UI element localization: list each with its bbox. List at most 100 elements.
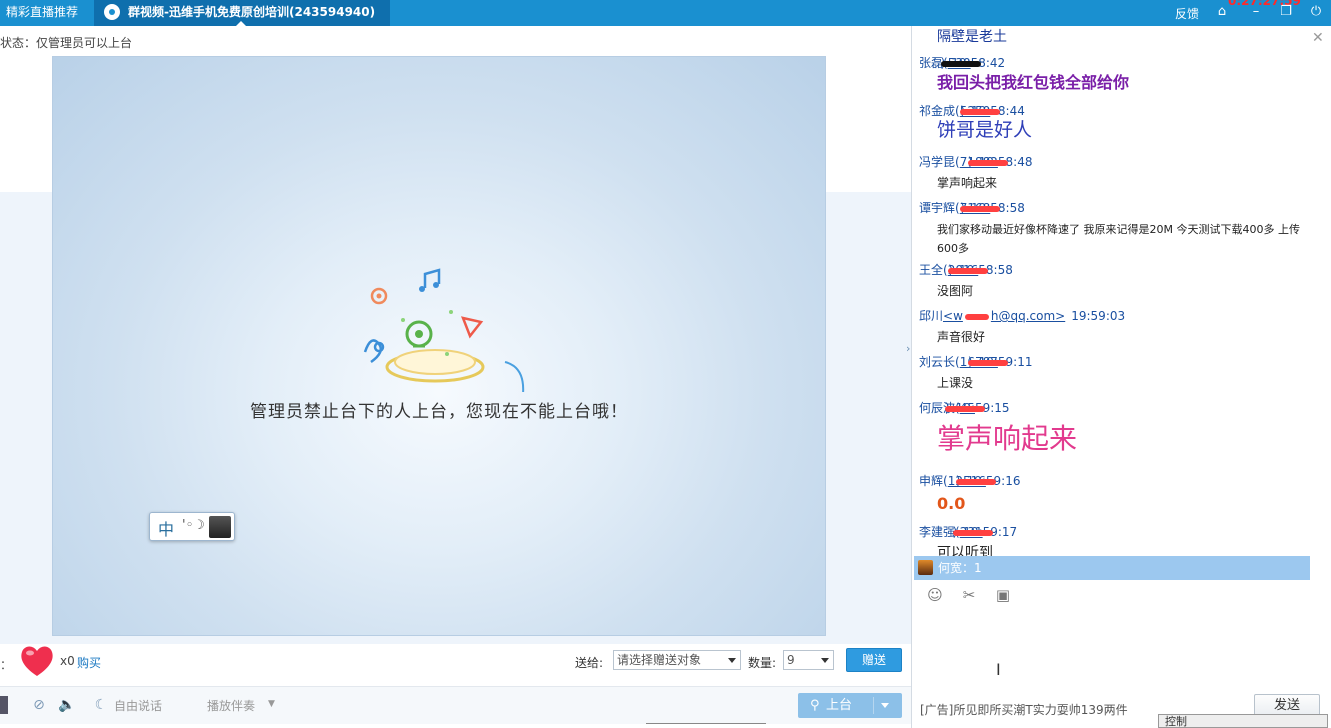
- chevron-down-icon[interactable]: ▼: [268, 699, 275, 709]
- go-on-stage-button[interactable]: ⚲ 上台: [798, 693, 902, 718]
- stage-status: 状态：仅管理员可以上台: [0, 36, 133, 50]
- chat-message-body: 饼哥是好人: [937, 119, 1033, 141]
- bottom-toolbar: ⊘ 🔈 ☾ 自由说话 播放伴奏 ▼ ⚲ 上台: [0, 686, 911, 724]
- sender-name: 冯学昆: [919, 155, 956, 169]
- chat-message-header: 祁金成(5250)19:58:44: [919, 102, 1025, 119]
- webcam-icon: [104, 4, 120, 20]
- image-icon[interactable]: ▣: [994, 586, 1012, 604]
- member-bar-label: 何宽：1: [938, 561, 982, 575]
- quantity-value: 9: [787, 653, 795, 667]
- ime-toolbar[interactable]: 中 '◦☽: [149, 512, 235, 541]
- sender-name: 申辉: [919, 474, 944, 488]
- member-bar[interactable]: 何宽：1: [914, 556, 1310, 580]
- chat-message-body: 掌声响起来: [937, 422, 1078, 455]
- chat-message-header: 申辉(12516)19:59:16: [919, 472, 1020, 489]
- stage-illustration: [363, 268, 525, 392]
- redaction-mark: [940, 60, 981, 67]
- redaction-mark: [952, 529, 993, 536]
- quantity-label: 数量:: [748, 656, 777, 670]
- restore-icon[interactable]: ❐: [1278, 4, 1294, 20]
- redaction-mark: [944, 405, 985, 412]
- chat-message-header: 李建强(231)19:59:17: [919, 523, 1017, 540]
- chat-message-body: 我回头把我红包钱全部给你: [937, 73, 1130, 92]
- play-music-button[interactable]: 播放伴奏: [207, 697, 255, 714]
- chat-message-header: 谭宇辉(7168)19:58:58: [919, 199, 1025, 216]
- quantity-select[interactable]: 9: [783, 650, 834, 670]
- chat-message-header: 刘云长(16787)19:59:11: [919, 353, 1032, 370]
- tab-active-indicator: [236, 21, 246, 26]
- heart-gift-icon[interactable]: [18, 642, 56, 680]
- sender-name: 张磊: [919, 56, 944, 70]
- redaction-mark: [948, 267, 989, 274]
- sender-name: 王全: [919, 263, 944, 277]
- sender-name: 祁金成: [919, 104, 956, 118]
- ime-mode-icons[interactable]: '◦☽: [182, 518, 205, 533]
- stage-disabled-notice: 管理员禁止台下的人上台，您现在不能上台哦！: [250, 402, 628, 422]
- member-avatar: [918, 560, 933, 575]
- chat-message-body: 我们家移动最近好像杯降速了 我原来记得是20M 今天测试下载400多 上传600…: [937, 223, 1300, 255]
- chat-message-body: 0.0: [937, 494, 966, 513]
- minimize-icon[interactable]: –: [1248, 4, 1264, 20]
- send-to-value: 请选择赠送对象: [617, 653, 702, 667]
- chat-panel: › ✕ 隔壁是老土 张磊(530)19:58:42 我回头把我红包钱全部给你 祁…: [906, 26, 1331, 728]
- go-on-stage-label: 上台: [826, 698, 853, 713]
- sender-name: 刘云长: [919, 355, 956, 369]
- buy-gift-link[interactable]: 购买: [77, 654, 101, 671]
- text-cursor-icon: I: [996, 660, 1001, 679]
- chat-message-body: 上课没: [937, 376, 974, 390]
- feedback-link[interactable]: 反馈: [1175, 5, 1199, 22]
- skin-icon[interactable]: ⌂: [1214, 4, 1230, 20]
- chevron-down-icon: [728, 658, 736, 663]
- message-input[interactable]: I: [912, 608, 1331, 704]
- power-close-icon[interactable]: ⏻: [1308, 4, 1324, 20]
- redaction-mark: [955, 478, 996, 485]
- ad-link[interactable]: [广告]所见即所买潮T实力耍帅139两件: [920, 701, 1128, 718]
- message-time: 19:59:03: [1071, 309, 1126, 323]
- sender-name: 谭宇辉: [919, 201, 956, 215]
- ime-avatar: [209, 516, 231, 538]
- sender-email-suffix[interactable]: h@qq.com>: [991, 309, 1065, 323]
- send-to-select[interactable]: 请选择赠送对象: [613, 650, 741, 670]
- button-divider: [873, 697, 874, 714]
- chat-message-header: 张磊(530)19:58:42: [919, 54, 1005, 71]
- scissors-screenshot-icon[interactable]: ✂: [960, 586, 978, 604]
- gift-row: ： x0 购买 送给: 请选择赠送对象 数量: 9 赠送: [0, 644, 911, 680]
- redaction-mark: [960, 205, 1001, 212]
- location-pin-icon: ⚲: [810, 698, 820, 713]
- free-talk-button[interactable]: 自由说话: [114, 697, 162, 714]
- collapse-panel-icon[interactable]: ›: [906, 342, 910, 355]
- chat-input-toolbar: ☺ ✂ ▣: [912, 584, 1331, 608]
- chat-message-header: 冯学昆(71882)19:58:48: [919, 153, 1032, 170]
- chevron-down-icon[interactable]: [881, 703, 889, 708]
- chat-message-body: 没图阿: [937, 284, 974, 298]
- tab-group-video[interactable]: 群视频-迅维手机免费原创培训(243594940): [94, 0, 390, 26]
- sender-name: 邱川: [919, 309, 944, 323]
- chat-message-body: 隔壁是老土: [937, 29, 1007, 45]
- title-bar: 精彩直播推荐 群视频-迅维手机免费原创培训(243594940) 0:27:27…: [0, 0, 1331, 26]
- redaction-mark: [967, 359, 1008, 366]
- chat-message-header: 邱川<w h@qq.com> 19:59:03: [919, 307, 1125, 324]
- sender-email[interactable]: <w: [943, 309, 963, 323]
- speaker-icon[interactable]: 🔈: [58, 696, 76, 714]
- gift-colon: ：: [0, 658, 13, 672]
- gift-count: x0: [60, 654, 75, 668]
- gift-button[interactable]: 赠送: [846, 648, 902, 672]
- redaction-mark: [964, 313, 989, 320]
- redaction-mark: [967, 159, 1008, 166]
- chat-message-header: 何辰波(45)19:59:15: [919, 399, 1010, 416]
- redaction-mark: [960, 108, 1001, 115]
- video-area: 管理员禁止台下的人上台，您现在不能上台哦！: [52, 56, 826, 636]
- emoji-icon[interactable]: ☺: [926, 586, 944, 604]
- chat-message-body: 掌声响起来: [937, 176, 998, 190]
- tab-group-video-label: 群视频-迅维手机免费原创培训(243594940): [128, 5, 376, 19]
- mic-muted-icon[interactable]: ⊘: [30, 696, 48, 714]
- tab-live-recommend[interactable]: 精彩直播推荐: [0, 0, 90, 26]
- chat-messages[interactable]: 隔壁是老土 张磊(530)19:58:42 我回头把我红包钱全部给你 祁金成(5…: [912, 26, 1331, 556]
- free-talk-icon[interactable]: ☾: [92, 696, 110, 714]
- ime-language[interactable]: 中: [158, 516, 174, 540]
- chevron-down-icon: [821, 658, 829, 663]
- control-window-tab[interactable]: 控制: [1158, 714, 1328, 728]
- chat-message-body: 声音很好: [937, 330, 986, 344]
- chat-message-header: 王全(2016)19:58:58: [919, 261, 1013, 278]
- sender-name: 李建强: [919, 525, 956, 539]
